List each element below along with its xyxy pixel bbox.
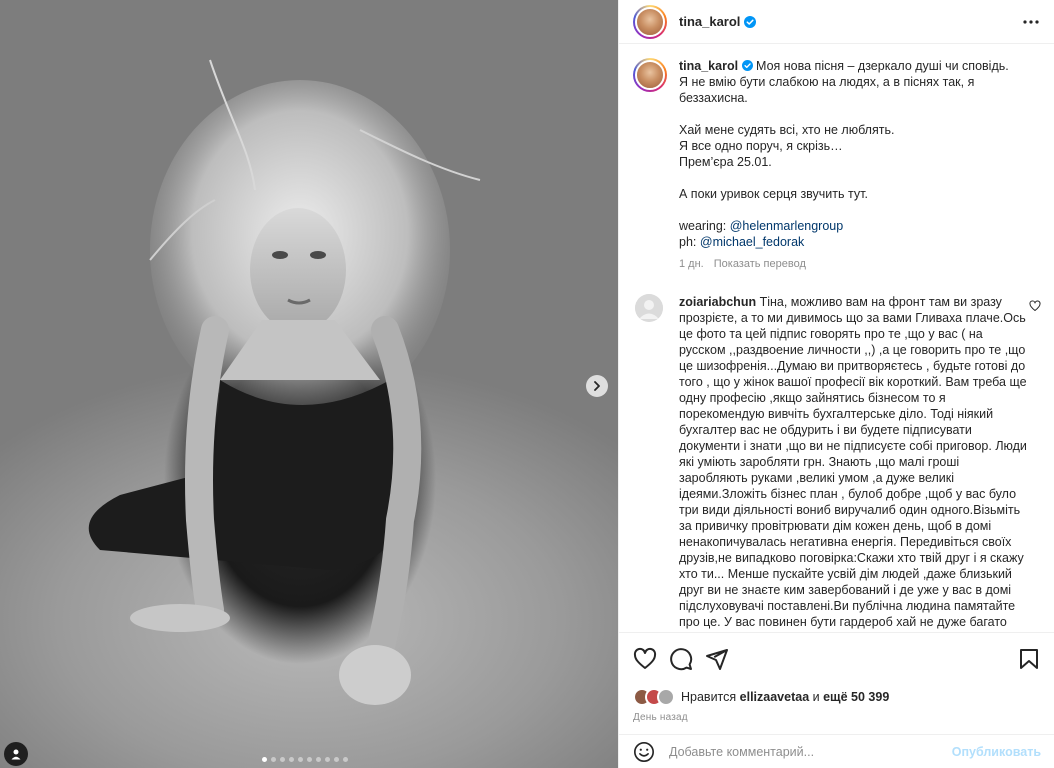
- ph-label: ph:: [679, 235, 697, 249]
- bookmark-icon[interactable]: [1017, 647, 1041, 671]
- share-icon[interactable]: [705, 647, 729, 671]
- likes-joiner: и: [812, 690, 820, 704]
- carousel-dot: [316, 757, 321, 762]
- add-comment-bar: Опубликовать: [619, 734, 1054, 768]
- comment-icon[interactable]: [669, 647, 693, 671]
- likes-count-link[interactable]: ещё 50 399: [823, 690, 889, 704]
- post-age[interactable]: 1 дн.: [679, 256, 704, 272]
- emoji-icon[interactable]: [633, 741, 655, 763]
- comment-like-heart-icon[interactable]: [1029, 300, 1041, 312]
- carousel-dot: [298, 757, 303, 762]
- author-avatar[interactable]: [633, 4, 667, 39]
- caption-avatar[interactable]: [633, 58, 667, 92]
- liker-username[interactable]: ellizaavetaa: [740, 690, 810, 704]
- verified-badge-icon: [744, 15, 757, 28]
- caption-line: Я все одно поруч, я скрізь…: [679, 139, 843, 153]
- next-slide-button[interactable]: [586, 375, 608, 397]
- carousel-indicator: [262, 757, 348, 762]
- photographer-mention-link[interactable]: @michael_fedorak: [700, 235, 804, 249]
- carousel-dot: [343, 757, 348, 762]
- post-side-panel: tina_karol tina_karol Моя нова пісня – д…: [618, 0, 1054, 768]
- post-comment-button[interactable]: Опубликовать: [952, 745, 1041, 759]
- post-date[interactable]: День назад: [633, 712, 1041, 723]
- carousel-dot: [262, 757, 267, 762]
- carousel-dot: [325, 757, 330, 762]
- action-icons: [633, 647, 1041, 671]
- commenter-username[interactable]: zoiariabchun: [679, 295, 756, 309]
- comment-item: zoiariabchun Тіна, можливо вам на фронт …: [633, 294, 1041, 632]
- heart-icon[interactable]: [633, 647, 657, 671]
- post-actions: Нравится ellizaavetaa и ещё 50 399 День …: [619, 632, 1054, 723]
- likes-summary: Нравится ellizaavetaa и ещё 50 399: [633, 688, 1041, 706]
- caption-username[interactable]: tina_karol: [679, 59, 738, 73]
- caption-line: Хай мене судять всі, хто не люблять.: [679, 123, 895, 137]
- comment-text: zoiariabchun Тіна, можливо вам на фронт …: [679, 294, 1031, 632]
- caption-line: Прем’єра 25.01.: [679, 155, 772, 169]
- comment-input[interactable]: [669, 744, 952, 759]
- comment-content: Тіна, можливо вам на фронт там ви зразу …: [679, 295, 1027, 632]
- more-options-button[interactable]: [1021, 12, 1041, 32]
- caption-meta: 1 дн. Показать перевод: [679, 256, 1039, 272]
- woman-portrait-image: [88, 59, 481, 705]
- carousel-dot: [280, 757, 285, 762]
- author-username[interactable]: tina_karol: [679, 14, 740, 29]
- caption-line: Я не вмію бути слабкою на людях, а в піс…: [679, 75, 975, 105]
- liker-avatar[interactable]: [657, 688, 675, 706]
- caption: tina_karol Моя нова пісня – дзеркало душ…: [633, 58, 1041, 272]
- user-tag-icon: [11, 749, 21, 760]
- carousel-dot: [334, 757, 339, 762]
- wearing-label: wearing:: [679, 219, 727, 233]
- avatar-image: [635, 60, 665, 90]
- comments-area[interactable]: tina_karol Моя нова пісня – дзеркало душ…: [619, 44, 1054, 632]
- caption-wearing: wearing: @helenmarlengroup: [679, 218, 1039, 234]
- caption-first-line: tina_karol Моя нова пісня – дзеркало душ…: [679, 58, 1039, 74]
- caption-text: tina_karol Моя нова пісня – дзеркало душ…: [679, 58, 1039, 272]
- carousel-dot: [307, 757, 312, 762]
- show-translation-link[interactable]: Показать перевод: [714, 256, 806, 272]
- post-modal: tina_karol tina_karol Моя нова пісня – д…: [0, 0, 1054, 768]
- liker-avatars: [633, 688, 675, 706]
- commenter-avatar[interactable]: [635, 294, 663, 322]
- post-header: tina_karol: [619, 0, 1054, 44]
- more-icon: [1023, 20, 1039, 24]
- caption-line: А поки уривок серця звучить тут.: [679, 187, 868, 201]
- caption-photographer: ph: @michael_fedorak: [679, 234, 1039, 250]
- chevron-right-icon: [594, 381, 600, 391]
- default-avatar-icon: [635, 294, 663, 322]
- avatar-image: [635, 6, 665, 37]
- carousel-dot: [289, 757, 294, 762]
- caption-line: Моя нова пісня – дзеркало душі чи сповід…: [756, 59, 1009, 73]
- carousel-dot: [271, 757, 276, 762]
- wearing-mention-link[interactable]: @helenmarlengroup: [730, 219, 843, 233]
- post-photo[interactable]: [0, 0, 618, 768]
- tagged-users-button[interactable]: [4, 742, 28, 766]
- verified-badge-icon: [741, 60, 753, 71]
- likes-prefix: Нравится: [681, 690, 737, 704]
